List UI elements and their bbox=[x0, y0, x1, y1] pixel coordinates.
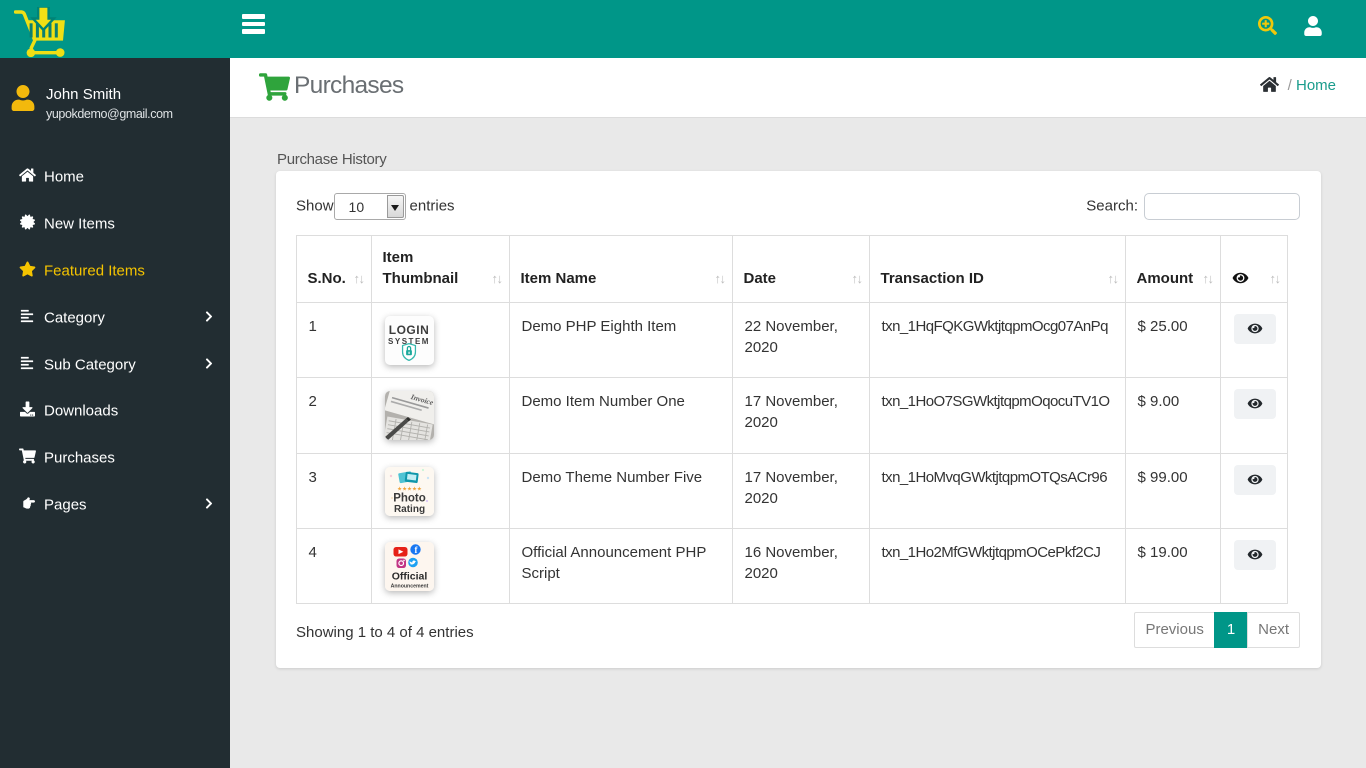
svg-text:Photo: Photo bbox=[393, 492, 426, 504]
svg-text:Rating: Rating bbox=[393, 504, 424, 515]
svg-text:Announcement: Announcement bbox=[390, 583, 428, 589]
svg-text:★★★★★: ★★★★★ bbox=[397, 485, 422, 492]
svg-text:Official: Official bbox=[391, 570, 427, 582]
